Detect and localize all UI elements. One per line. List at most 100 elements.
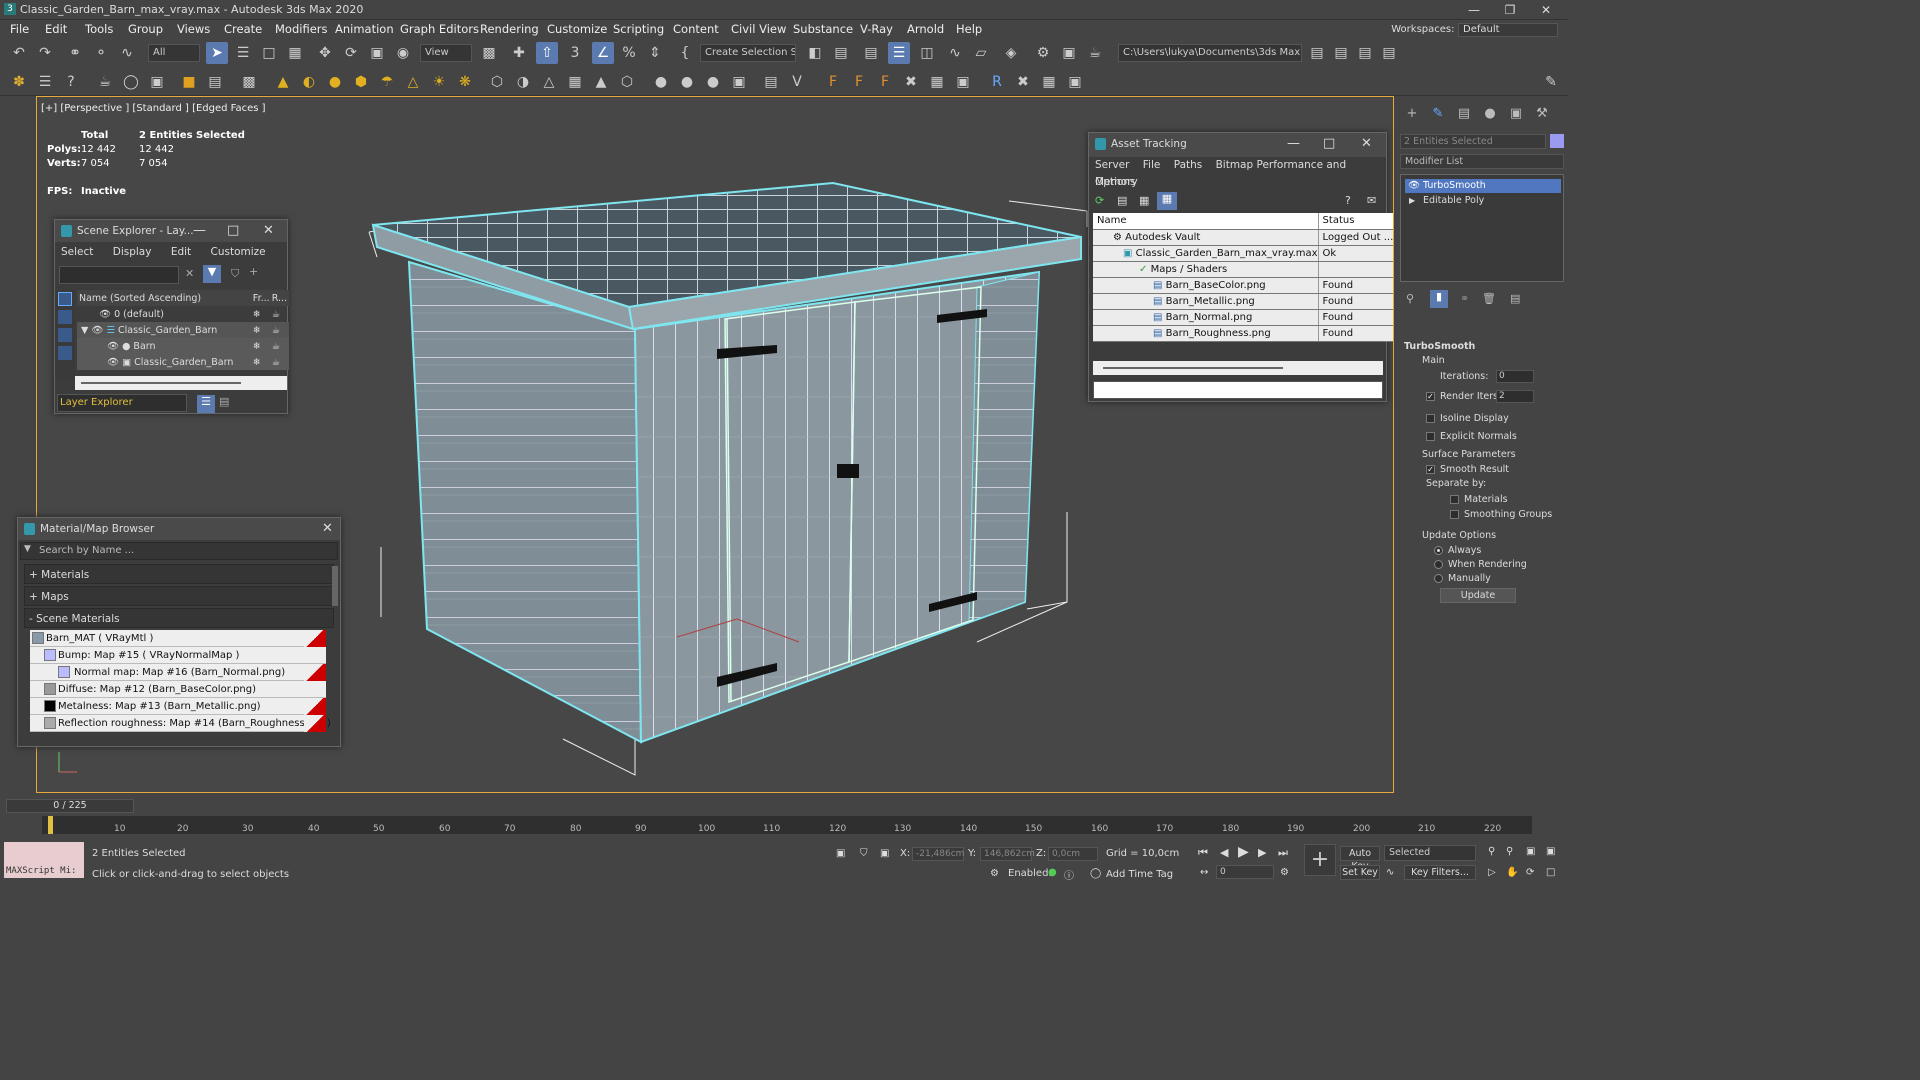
clear-icon[interactable]: ✕ [185,267,194,280]
search-options-icon[interactable]: ▼ [24,544,31,554]
crossed-tools-icon[interactable]: ✖ [1012,71,1034,93]
close-icon[interactable]: ✕ [1361,133,1372,155]
material-editor-icon[interactable]: ◈ [1000,42,1022,64]
smooth-result-checkbox[interactable]: ✓ [1426,465,1435,474]
close-icon[interactable]: ✕ [1532,1,1560,19]
iterations-spinner[interactable]: 0 [1496,370,1534,383]
tools-icon[interactable]: ✖ [900,71,922,93]
redo-icon[interactable]: ↷ [34,42,56,64]
vray-proxy-icon[interactable]: ▩ [238,71,260,93]
menu-create[interactable]: Create [224,22,262,36]
undo-icon[interactable]: ↶ [8,42,30,64]
maximize-icon[interactable]: □ [1323,133,1335,155]
vray-multi-material-icon[interactable]: ● [676,71,698,93]
rotate-icon[interactable]: ⟳ [340,42,362,64]
se-menu-display[interactable]: Display [113,246,152,258]
add-layer-icon[interactable]: + [249,265,258,278]
display-lights-icon[interactable] [58,328,72,342]
materials-checkbox[interactable] [1450,495,1459,504]
expand-arrow-icon[interactable]: ▼ [81,325,88,336]
previous-frame-icon[interactable]: ◀ [1220,846,1228,859]
grid-view-icon[interactable]: ▦ [1157,192,1177,210]
vray-logo-icon[interactable]: V [786,71,808,93]
menu-graph-editors[interactable]: Graph Editors [400,22,479,36]
menu-edit[interactable]: Edit [45,22,67,36]
render-setup-icon[interactable]: ⚙ [1032,42,1054,64]
toggle-ribbon-icon[interactable]: ◫ [916,42,938,64]
when-rendering-radio[interactable] [1434,560,1443,569]
toggle-scene-explorer-icon[interactable]: ▤ [860,42,882,64]
render-icon[interactable]: ☕ [272,354,289,370]
selection-filter-dropdown[interactable]: All [148,44,200,62]
select-by-name-icon[interactable]: ☰ [232,42,254,64]
menu-modifiers[interactable]: Modifiers [275,22,328,36]
se-horizontal-scrollbar[interactable] [75,376,287,390]
vray-light-icon[interactable]: ✽ [8,71,30,93]
se-col-name[interactable]: Name (Sorted Ascending) [77,290,253,306]
track-bar[interactable]: 10 20 30 40 50 60 70 80 90 100 110 120 1… [42,816,1532,834]
about-icon[interactable]: ✉ [1367,194,1376,207]
maxscript-listener[interactable]: MAXScript Mi: [4,842,84,878]
minimize-icon[interactable]: — [193,220,206,242]
teapot-icon[interactable]: ☕ [94,71,116,93]
named-selection-set-dropdown[interactable]: Create Selection Se [700,44,796,62]
grid-icon[interactable]: ▦ [926,71,948,93]
customize-toolbar-icon[interactable]: ✎ [1540,71,1562,93]
mmb-search-input[interactable]: Search by Name ... [39,545,134,556]
close-icon[interactable]: ✕ [322,518,333,540]
z-coordinate-field[interactable]: 0,0cm [1048,847,1098,861]
vray-sun-icon[interactable]: ☀ [428,71,450,93]
menu-animation[interactable]: Animation [335,22,394,36]
scene-explorer-titlebar[interactable]: Scene Explorer - Lay... — □ ✕ [55,220,287,242]
menu-tools[interactable]: Tools [85,22,113,36]
x-coordinate-field[interactable]: -21,486cm [912,847,964,861]
field-of-view-icon[interactable]: ▷ [1488,867,1496,878]
selection-lock-icon[interactable]: ⛉ [860,848,868,859]
selection-name-field[interactable]: 2 Entities Selected [1400,134,1546,149]
isolate-selection-icon[interactable]: ▣ [836,848,845,859]
manually-radio[interactable] [1434,574,1443,583]
material-item[interactable]: Diffuse: Map #12 (Barn_BaseColor.png) [30,681,326,698]
toggle-layer-explorer-icon[interactable]: ☰ [888,42,910,64]
table-row[interactable]: ▣ Classic_Garden_Barn_max_vray.max Ok [1093,245,1394,262]
next-frame-icon[interactable]: ▶ [1258,846,1266,859]
close-icon[interactable]: ✕ [263,220,274,242]
vray-clipper-icon[interactable]: ⬡ [616,71,638,93]
minimize-icon[interactable]: — [1287,133,1300,155]
current-frame-marker[interactable] [48,816,53,834]
time-config-icon[interactable]: ⚙ [1280,867,1289,878]
table-row[interactable]: ▤ Barn_BaseColor.png Found [1093,277,1394,294]
freeze-icon[interactable]: ❄ [253,322,272,338]
table-row[interactable]: ▤ Barn_Roughness.png Found [1093,325,1394,342]
create-tab-icon[interactable]: + [1402,106,1422,124]
always-radio[interactable] [1434,546,1443,555]
smoothing-groups-checkbox[interactable] [1450,510,1459,519]
unlink-icon[interactable]: ⚬ [90,42,112,64]
stack-item-editable-poly[interactable]: ▶ Editable Poly [1405,194,1561,208]
group-scene-materials[interactable]: - Scene Materials [24,608,334,628]
workspace-value[interactable]: Default [1458,23,1558,37]
configure-sets-icon[interactable]: ▤ [1510,292,1520,305]
render-icon[interactable]: ☕ [272,322,289,338]
time-tag-icon[interactable]: ◯ [1090,868,1101,879]
render-icon[interactable]: ☕ [272,306,289,322]
set-key-big-icon[interactable]: + [1304,844,1336,876]
hierarchy-icon[interactable]: ▤ [219,395,229,408]
go-to-end-icon[interactable]: ⏭ [1278,846,1288,860]
vray-mat-converter-icon[interactable]: ● [702,71,724,93]
key-mode-dropdown[interactable]: Selected [1384,845,1476,861]
vray-fp-icon[interactable]: F [822,71,844,93]
edit-named-selection-icon[interactable]: { [674,42,696,64]
vray-ambient-light-icon[interactable]: △ [402,71,424,93]
menu-rendering[interactable]: Rendering [480,22,539,36]
play-icon[interactable]: ▶ [1238,844,1249,860]
auto-key-button[interactable]: Auto Key [1340,846,1380,872]
bind-space-warp-icon[interactable]: ∿ [116,42,138,64]
filter-icon[interactable]: ▼ [203,265,221,283]
make-unique-icon[interactable]: ⚭ [1460,292,1469,305]
zoom-extents-all-icon[interactable]: ▣ [1546,846,1555,857]
pivot-center-icon[interactable]: ▩ [478,42,500,64]
layers-icon[interactable]: ☰ [197,395,215,413]
at-col-name[interactable]: Name [1093,213,1319,230]
vray-fs-icon[interactable]: F [874,71,896,93]
